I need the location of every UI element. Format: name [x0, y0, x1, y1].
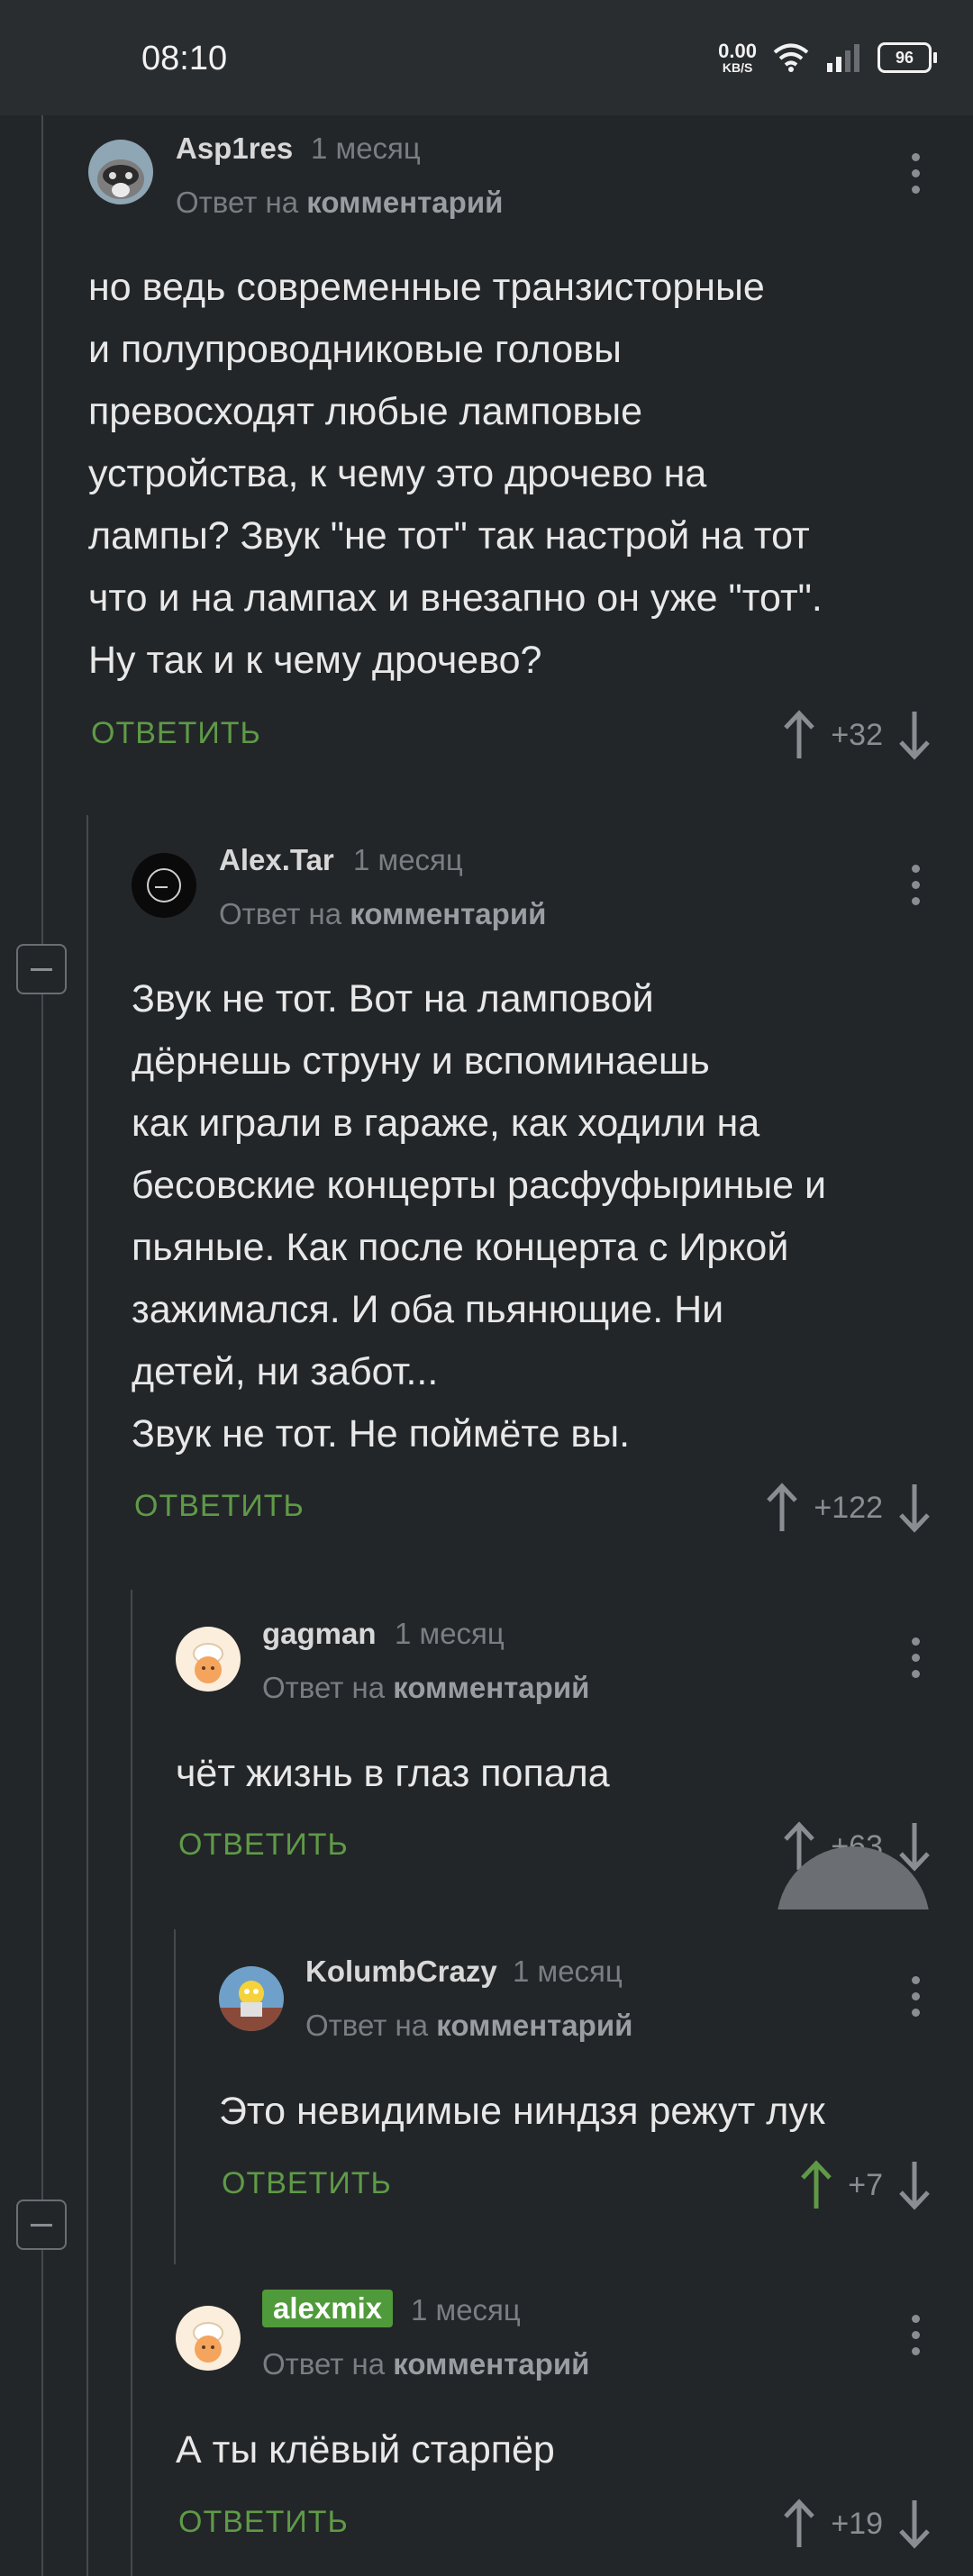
comment-body: чёт жизнь в глаз попала	[176, 1752, 610, 1795]
reply-button[interactable]: ОТВЕТИТЬ	[178, 1828, 349, 1863]
net-speed-unit: KB/S	[722, 60, 753, 75]
kebab-menu-icon[interactable]	[910, 1637, 921, 1679]
status-time: 08:10	[141, 40, 228, 77]
collapse-icon[interactable]	[16, 944, 67, 994]
compose-fab[interactable]	[766, 1837, 946, 1909]
avatar[interactable]	[88, 140, 153, 204]
wifi-icon	[773, 43, 809, 72]
reply-to[interactable]: Ответ на комментарий	[262, 2347, 589, 2381]
downvote-icon[interactable]	[896, 1481, 933, 1535]
avatar[interactable]	[132, 853, 196, 918]
comment-body: Звук не тот. Вот на ламповой дёрнешь стр…	[132, 977, 827, 1456]
vote-controls: +32	[780, 708, 933, 762]
vote-score: +122	[814, 1490, 883, 1525]
status-icons: 0.00 KB/S 96	[718, 40, 937, 76]
battery-icon: 96	[878, 42, 937, 73]
reply-to-prefix: Ответ на	[219, 897, 342, 930]
comment-time: 1 месяц	[513, 1955, 623, 1988]
kebab-menu-icon[interactable]	[910, 153, 921, 195]
username[interactable]: Asp1res	[176, 132, 293, 166]
battery-level: 96	[878, 42, 932, 73]
kebab-menu-icon[interactable]	[910, 2315, 921, 2356]
reply-to-prefix: Ответ на	[305, 2009, 429, 2042]
comment-time: 1 месяц	[395, 1617, 505, 1650]
reply-button[interactable]: ОТВЕТИТЬ	[91, 716, 261, 751]
vote-score: +32	[831, 717, 883, 752]
reply-to-target[interactable]: комментарий	[393, 1671, 589, 1704]
reply-to-target[interactable]: комментарий	[306, 186, 503, 219]
username[interactable]: alexmix	[262, 2290, 394, 2327]
upvote-icon[interactable]	[780, 708, 818, 762]
downvote-icon[interactable]	[896, 2497, 933, 2551]
kebab-menu-icon[interactable]	[910, 1976, 921, 2018]
username[interactable]: gagman	[262, 1617, 377, 1651]
vote-score: +7	[848, 2167, 883, 2202]
downvote-icon[interactable]	[896, 708, 933, 762]
thread-line	[174, 1929, 176, 2264]
reply-to-target[interactable]: комментарий	[436, 2009, 632, 2042]
comment-body: но ведь современные транзисторные и полу…	[88, 266, 823, 682]
reply-to[interactable]: Ответ на комментарий	[219, 897, 546, 931]
comment-body: Это невидимые ниндзя режут лук	[219, 2090, 825, 2133]
signal-icon	[827, 44, 859, 72]
thread-line	[86, 815, 88, 2576]
username[interactable]: KolumbCrazy	[305, 1955, 497, 1989]
vote-controls: +7	[797, 2158, 933, 2212]
vote-controls: +122	[763, 1481, 933, 1535]
reply-to-prefix: Ответ на	[262, 2347, 386, 2381]
reply-button[interactable]: ОТВЕТИТЬ	[134, 1489, 305, 1524]
upvote-icon[interactable]	[797, 2158, 835, 2212]
reply-to-prefix: Ответ на	[176, 186, 299, 219]
reply-to[interactable]: Ответ на комментарий	[305, 2009, 632, 2043]
reply-to[interactable]: Ответ на комментарий	[262, 1671, 589, 1705]
comment-body: А ты клёвый старпёр	[176, 2428, 555, 2472]
avatar[interactable]	[176, 1627, 241, 1692]
reply-button[interactable]: ОТВЕТИТЬ	[222, 2166, 392, 2201]
username[interactable]: Alex.Tar	[219, 843, 334, 877]
thread-line	[131, 1590, 132, 2576]
avatar[interactable]	[219, 1966, 284, 2031]
collapse-icon[interactable]	[16, 2200, 67, 2250]
upvote-icon[interactable]	[780, 2497, 818, 2551]
upvote-icon[interactable]	[763, 1481, 801, 1535]
net-speed: 0.00 KB/S	[718, 40, 757, 75]
reply-to-target[interactable]: комментарий	[393, 2347, 589, 2381]
kebab-menu-icon[interactable]	[910, 865, 921, 906]
comment-time: 1 месяц	[311, 132, 421, 165]
status-bar: 08:10 0.00 KB/S 96	[0, 0, 973, 115]
compose-fab-icon[interactable]	[777, 1846, 930, 1909]
vote-score: +19	[831, 2506, 883, 2541]
reply-to-target[interactable]: комментарий	[350, 897, 546, 930]
comment-time: 1 месяц	[353, 843, 463, 876]
vote-controls: +19	[780, 2497, 933, 2551]
downvote-icon[interactable]	[896, 2158, 933, 2212]
reply-to-prefix: Ответ на	[262, 1671, 386, 1704]
reply-button[interactable]: ОТВЕТИТЬ	[178, 2505, 349, 2540]
reply-to[interactable]: Ответ на комментарий	[176, 186, 503, 220]
net-speed-value: 0.00	[718, 40, 757, 62]
avatar[interactable]	[176, 2306, 241, 2371]
comment-time: 1 месяц	[411, 2293, 521, 2327]
